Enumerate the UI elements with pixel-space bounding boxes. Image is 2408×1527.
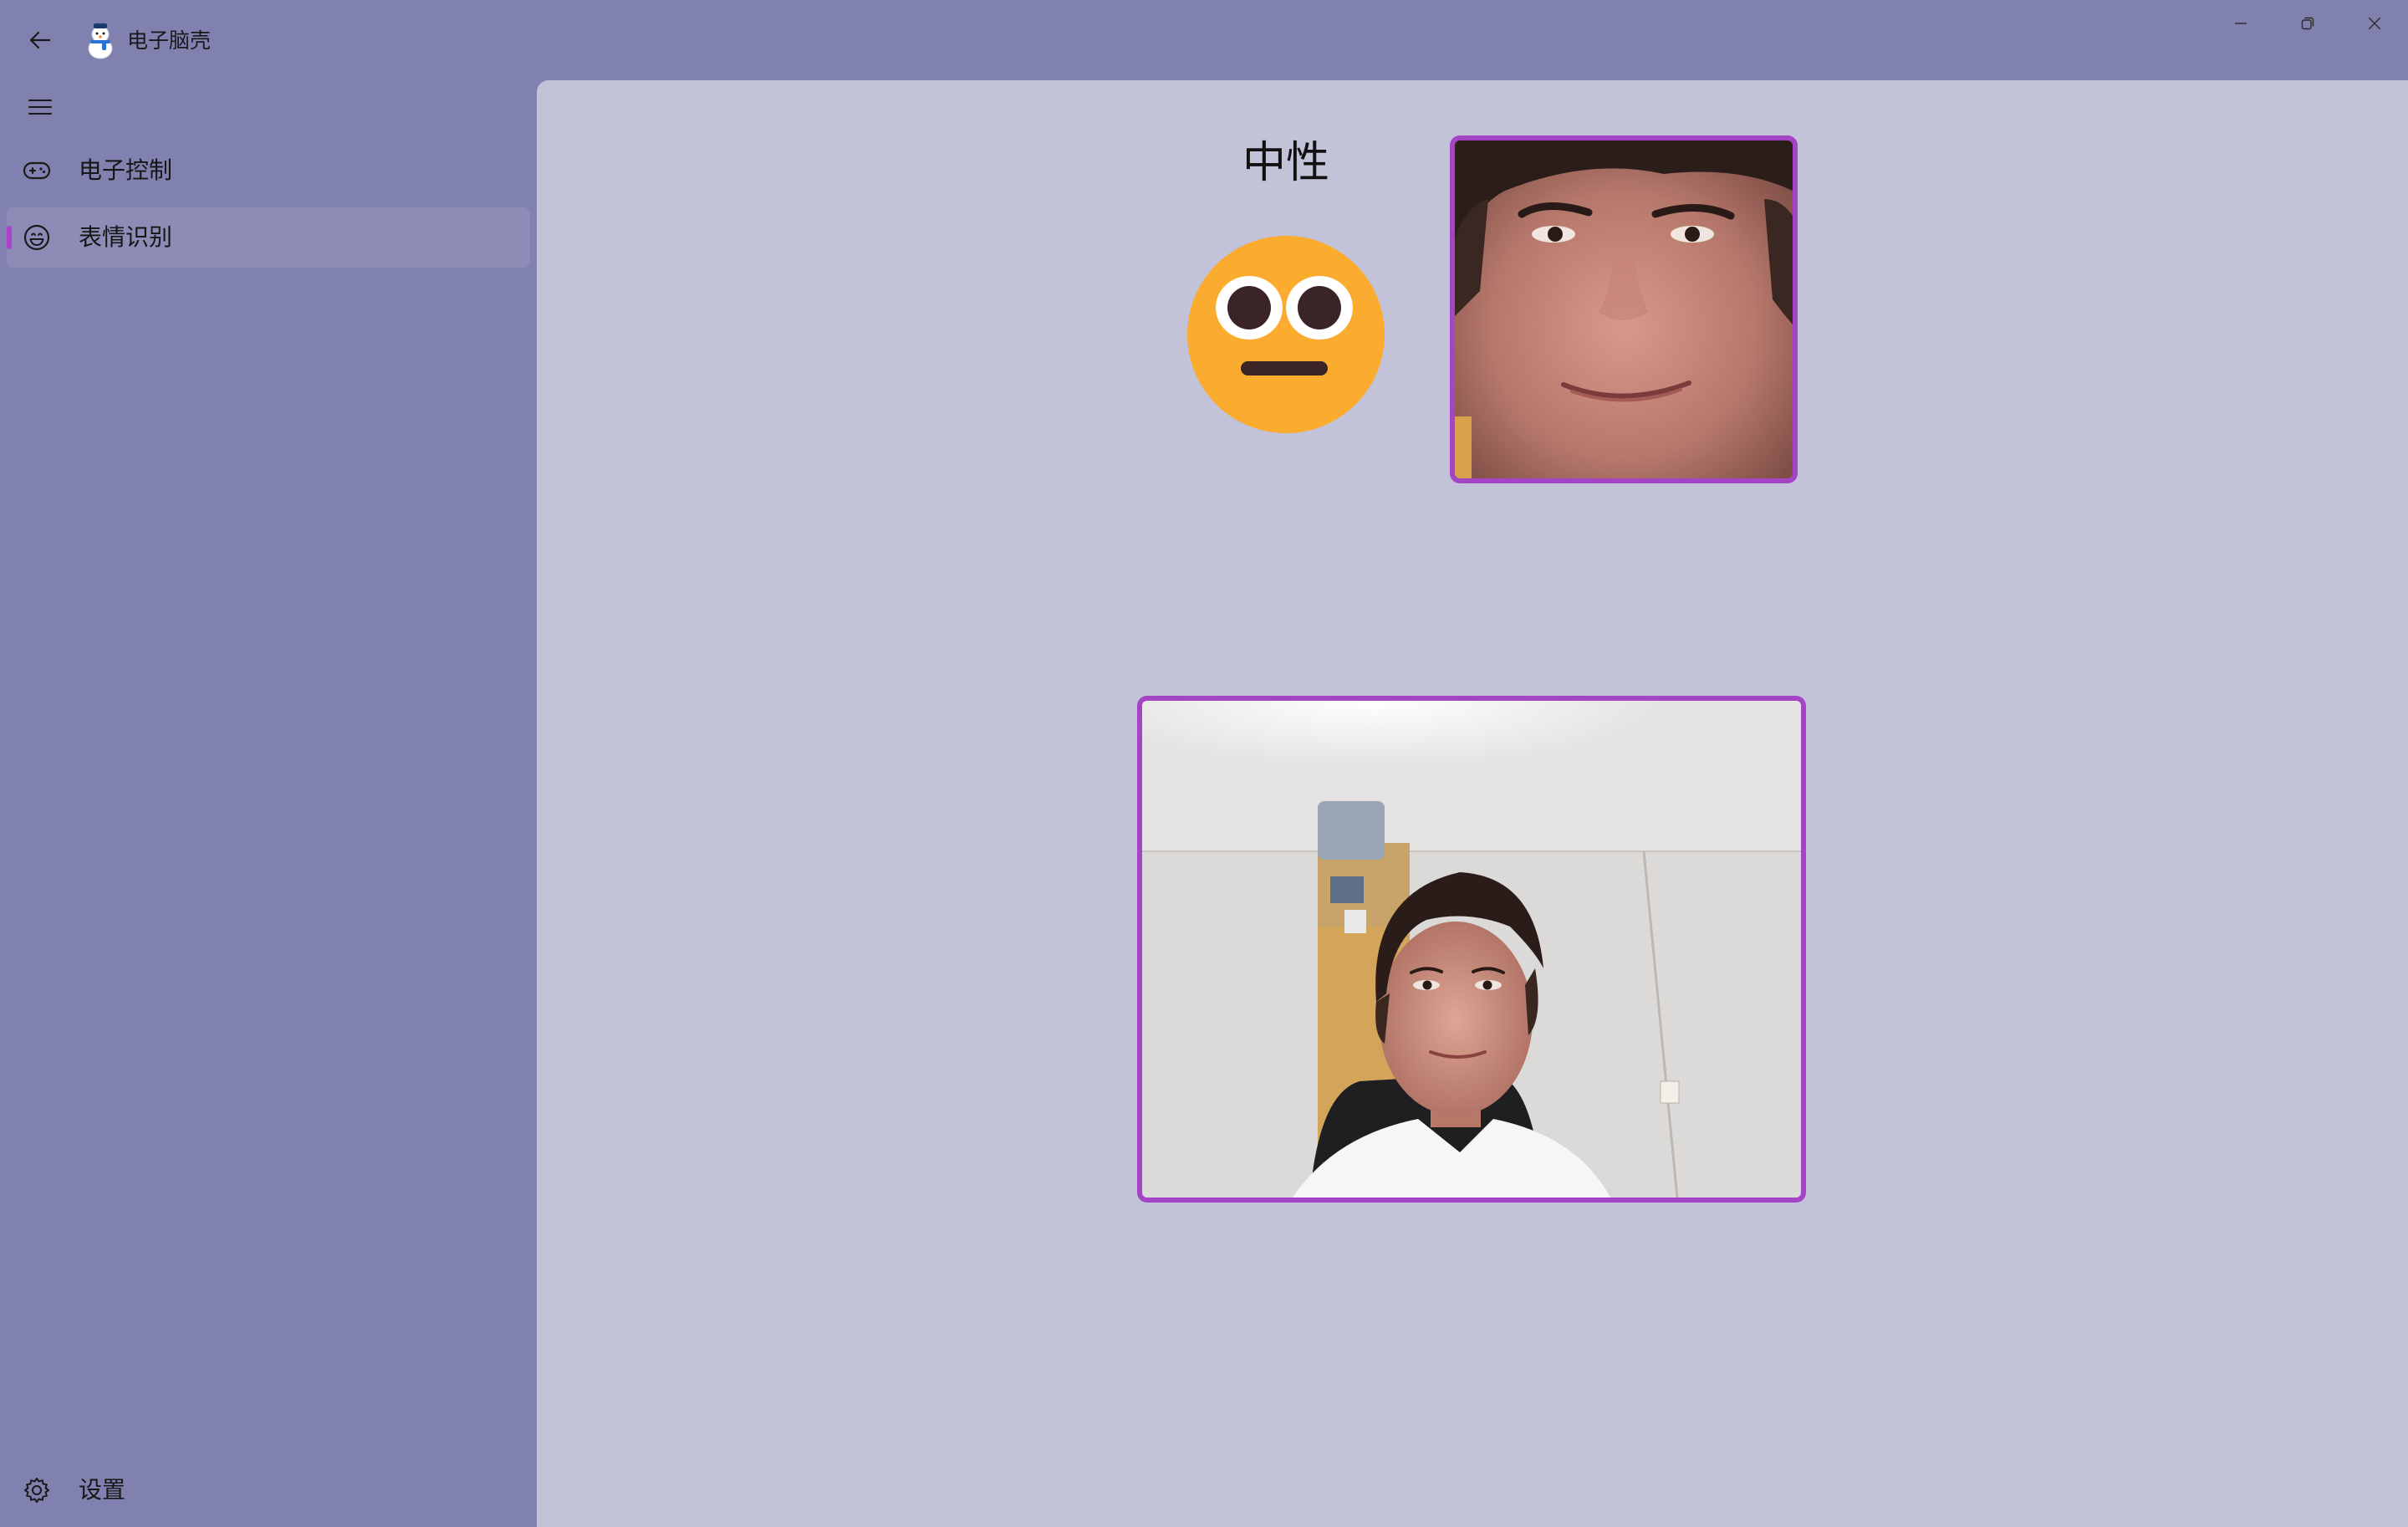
nav-item-settings[interactable]: 设置 [7, 1460, 530, 1520]
app-title: 电子脑壳 [127, 28, 212, 53]
smiley-icon [22, 222, 52, 253]
title-bar: 电子脑壳 [0, 0, 2408, 80]
gear-icon [22, 1475, 52, 1505]
restore-icon [2301, 17, 2314, 30]
neutral-face-emoji-icon [1186, 236, 1386, 437]
nav-item-electronic-control[interactable]: 电子控制 [7, 140, 530, 201]
nav-item-emotion-recognition[interactable]: 表情识别 [7, 207, 530, 268]
app-window: 电子脑壳 电子控制 表情识别 设置 中性 [0, 0, 2408, 1527]
app-logo-icon [84, 22, 117, 60]
close-button[interactable] [2341, 0, 2408, 47]
face-crop-image [1450, 135, 1798, 483]
close-icon [2368, 17, 2381, 30]
back-arrow-icon [29, 31, 51, 49]
minimize-icon [2235, 23, 2247, 24]
camera-feed-image [1137, 696, 1806, 1203]
nav-item-label: 表情识别 [79, 223, 173, 251]
selection-indicator [7, 226, 12, 249]
gamepad-icon [22, 156, 52, 186]
back-button[interactable] [20, 20, 60, 60]
restore-button[interactable] [2274, 0, 2341, 47]
emotion-result-label: 中性 [1242, 138, 1329, 188]
nav-item-label: 电子控制 [79, 156, 173, 184]
nav-item-label: 设置 [79, 1476, 126, 1504]
minimize-button[interactable] [2207, 0, 2274, 47]
menu-toggle-button[interactable] [18, 87, 62, 127]
hamburger-menu-icon [28, 100, 52, 115]
navigation-pane: 电子控制 表情识别 设置 [0, 80, 537, 1527]
